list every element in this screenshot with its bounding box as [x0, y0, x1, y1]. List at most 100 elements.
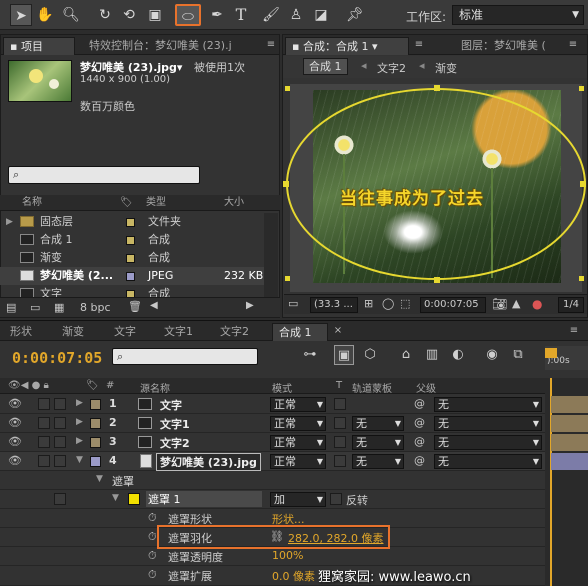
- nav-gradient[interactable]: 渐变: [435, 60, 457, 76]
- column-size[interactable]: 大小: [224, 195, 244, 211]
- scroll-left-icon[interactable]: ◀: [150, 300, 158, 311]
- tab-effect-controls[interactable]: 特效控制台：梦幻唯美 (23).j: [83, 37, 263, 55]
- column-mode[interactable]: 模式: [272, 380, 292, 395]
- close-icon[interactable]: ×: [330, 324, 346, 337]
- tab-text2[interactable]: 文字2: [214, 323, 255, 341]
- brush-tool-icon[interactable]: 🖌︎: [260, 4, 282, 26]
- frame-blending-icon[interactable]: ▥: [422, 345, 442, 365]
- lock-switch[interactable]: [54, 455, 66, 467]
- mode-dropdown[interactable]: 正常 ▼: [270, 397, 326, 412]
- graph-editor-icon[interactable]: ⧉: [508, 345, 528, 365]
- ellipse-mask-tool-icon[interactable]: ⬭: [175, 4, 201, 26]
- mask-handle[interactable]: [579, 86, 584, 91]
- tab-text[interactable]: 文字: [108, 323, 142, 341]
- panel-menu-icon[interactable]: ≡: [263, 38, 279, 51]
- layer-name[interactable]: 文字: [160, 397, 182, 413]
- lock-switch[interactable]: [54, 493, 66, 505]
- mask-handle[interactable]: [283, 181, 289, 187]
- trkmat-dropdown[interactable]: 无 ▼: [352, 416, 404, 431]
- live-update-icon[interactable]: ▣: [334, 345, 354, 365]
- column-source-name[interactable]: 源名称: [140, 380, 170, 395]
- expand-icon[interactable]: ▶: [76, 417, 83, 427]
- bit-depth[interactable]: 8 bpc: [80, 301, 111, 314]
- property-value[interactable]: 100%: [272, 549, 303, 562]
- table-row[interactable]: 👁︎ ▼ 4 梦幻唯美 (23).jpg 正常 ▼ 无 ▼ @ 无 ▼: [0, 452, 545, 471]
- label-column-icon[interactable]: 🏷︎: [86, 380, 99, 391]
- nav-text2[interactable]: 文字2: [377, 60, 406, 76]
- solo-switch[interactable]: [38, 398, 50, 410]
- property-row[interactable]: ⏱︎ 遮罩透明度 100%: [0, 547, 545, 566]
- mask-handle[interactable]: [580, 181, 586, 187]
- workspace-select[interactable]: 标准 ▼: [452, 5, 584, 25]
- column-parent[interactable]: 父级: [416, 380, 436, 395]
- puppet-pin-icon[interactable]: 📌︎: [344, 4, 366, 26]
- snapshot-icon[interactable]: 📷︎: [492, 297, 507, 311]
- hide-shy-layers-icon[interactable]: ⌂: [396, 345, 416, 365]
- tab-composition[interactable]: ▪ 合成：合成 1 ▾: [285, 37, 409, 55]
- layer-bar[interactable]: [551, 415, 588, 432]
- resolution-dropdown[interactable]: 1/4: [558, 297, 584, 313]
- mode-dropdown[interactable]: 正常 ▼: [270, 454, 326, 469]
- mask-visibility-icon[interactable]: ◯: [382, 297, 394, 310]
- timeline-search-input[interactable]: ⌕: [112, 348, 258, 365]
- stopwatch-icon[interactable]: ⏱︎: [148, 511, 157, 525]
- project-scrollbar[interactable]: [264, 213, 278, 297]
- timeline-timecode[interactable]: 0:00:07:05: [12, 349, 102, 367]
- lock-switch[interactable]: [54, 436, 66, 448]
- pickwhip-icon[interactable]: @: [414, 397, 425, 410]
- panel-menu-icon[interactable]: ≡: [411, 38, 427, 51]
- layer-name[interactable]: 文字2: [160, 435, 190, 451]
- layer-name[interactable]: 文字1: [160, 416, 190, 432]
- tab-layer[interactable]: 图层：梦幻唯美 (: [455, 37, 559, 55]
- selection-tool-icon[interactable]: ➤: [10, 4, 32, 26]
- mask-name[interactable]: 遮罩 1: [146, 491, 262, 507]
- tab-text1[interactable]: 文字1: [158, 323, 199, 341]
- viewer-timecode[interactable]: 0:00:07:05: [420, 297, 486, 313]
- mask-handle[interactable]: [434, 85, 440, 91]
- mask-handle[interactable]: [434, 277, 440, 283]
- solo-switch[interactable]: [38, 436, 50, 448]
- preserve-transparency-checkbox[interactable]: [334, 417, 346, 429]
- channel-icon[interactable]: ●: [532, 297, 542, 311]
- layer-label-color[interactable]: [90, 437, 101, 448]
- timeline-track-area[interactable]: ):00s: [545, 346, 588, 586]
- layer-label-color[interactable]: [90, 456, 101, 467]
- property-value[interactable]: 0.0 像素: [272, 568, 315, 584]
- roi-icon[interactable]: ⬚: [400, 297, 410, 310]
- trkmat-dropdown[interactable]: 无 ▼: [352, 435, 404, 450]
- layer-name[interactable]: 梦幻唯美 (23).jpg: [156, 453, 261, 471]
- tab-project[interactable]: ▪ 项目: [3, 37, 75, 55]
- zoom-dropdown[interactable]: (33.3 ...: [310, 297, 358, 313]
- stopwatch-icon[interactable]: ⏱︎: [148, 530, 157, 544]
- column-type[interactable]: 类型: [146, 195, 166, 211]
- eraser-icon[interactable]: ◪: [310, 4, 332, 26]
- list-item[interactable]: ▶ 固态层 文件夹: [0, 213, 264, 231]
- grid-icon[interactable]: ⊞: [364, 297, 373, 310]
- tab-comp-1[interactable]: 合成 1: [272, 323, 328, 341]
- layer-label-color[interactable]: [90, 418, 101, 429]
- trash-icon[interactable]: 🗑︎: [128, 300, 142, 313]
- panel-menu-icon[interactable]: ≡: [565, 38, 581, 51]
- list-item[interactable]: 渐变 合成: [0, 249, 264, 267]
- footage-name[interactable]: 梦幻唯美 (23).jpg▾: [80, 59, 182, 75]
- composition-mini-flowchart-icon[interactable]: ⊶: [300, 345, 320, 365]
- always-preview-icon[interactable]: ▭: [288, 297, 298, 310]
- eye-icon[interactable]: 👁︎: [8, 397, 22, 410]
- column-t[interactable]: T: [336, 380, 342, 391]
- mode-dropdown[interactable]: 正常 ▼: [270, 416, 326, 431]
- eye-icon[interactable]: 👁︎: [8, 435, 22, 448]
- project-search-input[interactable]: ⌕: [8, 166, 200, 184]
- masks-group-row[interactable]: ▼ 遮罩: [0, 471, 545, 490]
- list-item[interactable]: 梦幻唯美 (2... JPEG 232 KB: [0, 267, 264, 285]
- draft-3d-icon[interactable]: ⬡: [360, 345, 380, 365]
- motion-blur-icon[interactable]: ◐: [448, 345, 468, 365]
- collapse-icon[interactable]: ▼: [76, 455, 83, 465]
- pan-behind-icon[interactable]: ▣: [144, 4, 166, 26]
- mask-color-swatch[interactable]: [128, 493, 140, 505]
- nav-comp-1[interactable]: 合成 1: [303, 58, 348, 75]
- parent-dropdown[interactable]: 无 ▼: [434, 435, 542, 450]
- column-name[interactable]: 名称: [22, 195, 42, 211]
- rotate-tool-icon[interactable]: ↻: [94, 4, 116, 26]
- invert-checkbox[interactable]: [330, 493, 342, 505]
- eye-icon[interactable]: 👁︎: [8, 454, 22, 467]
